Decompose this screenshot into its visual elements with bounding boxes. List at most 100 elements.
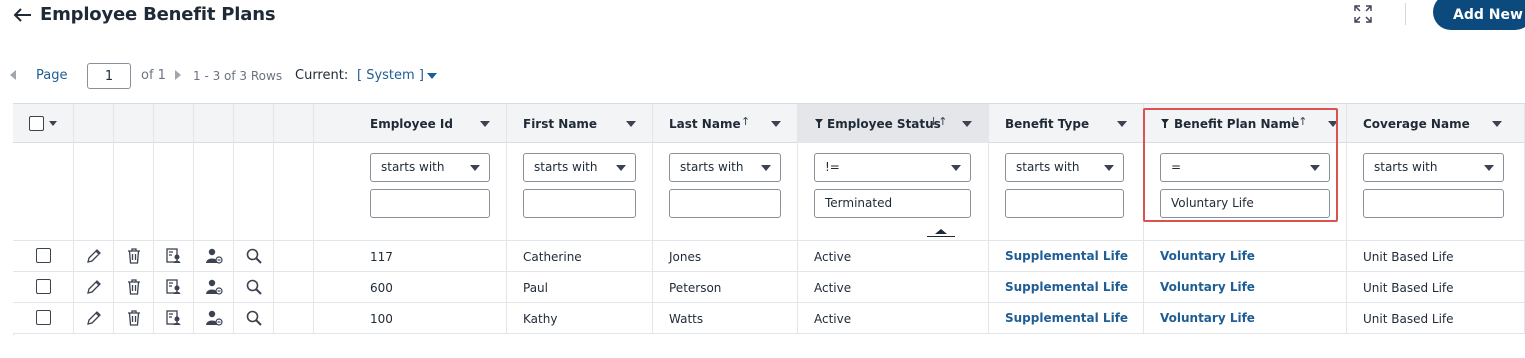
search-icon[interactable]: [245, 278, 263, 296]
row-action-cell: [154, 272, 194, 302]
filter-value-input[interactable]: [1363, 189, 1504, 218]
cell-benefit-plan-name: Voluntary Life: [1144, 241, 1347, 271]
edit-icon[interactable]: [85, 309, 103, 327]
benefit-plan-link[interactable]: Voluntary Life: [1160, 249, 1255, 263]
cell-coverage-name: Unit Based Life: [1347, 272, 1525, 302]
row-action-cell: [114, 241, 154, 271]
trash-icon[interactable]: [125, 278, 143, 296]
chevron-down-icon[interactable]: [1492, 121, 1502, 127]
filter-value-input[interactable]: [523, 189, 636, 218]
details-icon[interactable]: [165, 247, 183, 265]
benefit-plans-grid: Employee Id First Name Last Name ↑ Emplo…: [13, 103, 1525, 335]
chevron-down-icon[interactable]: [427, 73, 437, 79]
page-title: Employee Benefit Plans: [40, 4, 276, 25]
column-header-benefit-type[interactable]: Benefit Type: [989, 104, 1144, 143]
benefit-type-link[interactable]: Supplemental Life: [1005, 311, 1128, 325]
column-header-first-name[interactable]: First Name: [507, 104, 653, 143]
cell-benefit-type: Supplemental Life: [989, 241, 1144, 271]
page-number-input[interactable]: [87, 63, 131, 89]
filter-operator-value: starts with: [534, 160, 598, 174]
action-column-header: [114, 104, 154, 143]
filter-spacer: [274, 143, 314, 240]
select-all-checkbox[interactable]: [29, 116, 44, 131]
row-checkbox[interactable]: [36, 310, 51, 325]
trash-icon[interactable]: [125, 309, 143, 327]
chevron-down-icon[interactable]: [626, 121, 636, 127]
details-icon[interactable]: [165, 309, 183, 327]
cell-employee-id: 600: [314, 272, 507, 302]
chevron-down-icon[interactable]: [1117, 121, 1127, 127]
cell-employee-status: Active: [798, 241, 989, 271]
sort-ascending-icon[interactable]: ↑: [741, 115, 750, 128]
assign-user-icon[interactable]: [205, 278, 223, 296]
filter-value-input[interactable]: [370, 189, 490, 218]
sort-icon[interactable]: ↓↑: [1289, 115, 1307, 128]
collapse-filters-icon[interactable]: [927, 229, 955, 237]
prev-page-icon[interactable]: [10, 70, 16, 80]
filter-cell-coverage-name: starts with: [1347, 143, 1525, 240]
column-header-benefit-plan-name[interactable]: Benefit Plan Name ↓↑: [1144, 104, 1347, 143]
back-arrow-icon[interactable]: [12, 5, 34, 25]
column-header-coverage-name[interactable]: Coverage Name: [1347, 104, 1525, 143]
chevron-down-icon[interactable]: [480, 121, 490, 127]
chevron-down-icon[interactable]: [771, 121, 781, 127]
chevron-down-icon[interactable]: [49, 121, 57, 126]
filter-operator-select[interactable]: starts with: [669, 153, 781, 182]
current-view-label: Current:: [295, 68, 349, 83]
filter-operator-select[interactable]: !=: [814, 153, 971, 182]
details-icon[interactable]: [165, 278, 183, 296]
next-page-icon[interactable]: [175, 70, 181, 80]
column-header-employee-status[interactable]: Employee Status ↓↑: [798, 104, 989, 143]
sort-icon[interactable]: ↓↑: [929, 115, 947, 128]
filter-operator-select[interactable]: starts with: [1363, 153, 1504, 182]
current-view-dropdown[interactable]: [ System ]: [357, 68, 424, 83]
cell-coverage-name: Unit Based Life: [1347, 303, 1525, 333]
filter-value-input[interactable]: Voluntary Life: [1160, 189, 1330, 218]
filter-value-input[interactable]: Terminated: [814, 189, 971, 218]
page-count-text: of 1: [141, 68, 166, 83]
filter-operator-select[interactable]: starts with: [523, 153, 636, 182]
cell-text: Watts: [669, 312, 704, 326]
table-row: 117 Catherine Jones Active Supplemental …: [13, 241, 1525, 272]
column-header-last-name[interactable]: Last Name ↑: [653, 104, 798, 143]
column-header-employee-id[interactable]: Employee Id: [314, 104, 507, 143]
edit-icon[interactable]: [85, 278, 103, 296]
filter-cell-first-name: starts with: [507, 143, 653, 240]
filter-value-input[interactable]: [669, 189, 781, 218]
chevron-down-icon[interactable]: [962, 121, 972, 127]
edit-icon[interactable]: [85, 247, 103, 265]
filter-spacer: [154, 143, 194, 240]
cell-text: Unit Based Life: [1363, 312, 1454, 326]
row-action-cell: [74, 241, 114, 271]
benefit-type-link[interactable]: Supplemental Life: [1005, 249, 1128, 263]
cell-benefit-type: Supplemental Life: [989, 303, 1144, 333]
add-new-button[interactable]: Add New: [1433, 0, 1525, 30]
row-checkbox[interactable]: [36, 279, 51, 294]
cell-benefit-plan-name: Voluntary Life: [1144, 303, 1347, 333]
cell-first-name: Paul: [507, 272, 653, 302]
benefit-type-link[interactable]: Supplemental Life: [1005, 280, 1128, 294]
row-action-cell: [154, 303, 194, 333]
row-action-cell: [114, 272, 154, 302]
cell-benefit-plan-name: Voluntary Life: [1144, 272, 1347, 302]
expand-icon[interactable]: [1352, 3, 1374, 25]
chevron-down-icon[interactable]: [1328, 121, 1338, 127]
action-column-header: [234, 104, 274, 143]
filter-operator-select[interactable]: starts with: [1005, 153, 1124, 182]
benefit-plan-link[interactable]: Voluntary Life: [1160, 311, 1255, 325]
benefit-plan-link[interactable]: Voluntary Life: [1160, 280, 1255, 294]
filter-operator-select[interactable]: starts with: [370, 153, 490, 182]
row-checkbox[interactable]: [36, 248, 51, 263]
assign-user-icon[interactable]: [205, 309, 223, 327]
search-icon[interactable]: [245, 309, 263, 327]
filter-cell-benefit-type: starts with: [989, 143, 1144, 240]
cell-text: Catherine: [523, 250, 582, 264]
filter-value-input[interactable]: [1005, 189, 1124, 218]
row-spacer-cell: [274, 241, 314, 271]
trash-icon[interactable]: [125, 247, 143, 265]
filter-operator-select[interactable]: =: [1160, 153, 1330, 182]
row-action-cell: [234, 272, 274, 302]
search-icon[interactable]: [245, 247, 263, 265]
row-select-cell: [13, 241, 74, 271]
assign-user-icon[interactable]: [205, 247, 223, 265]
